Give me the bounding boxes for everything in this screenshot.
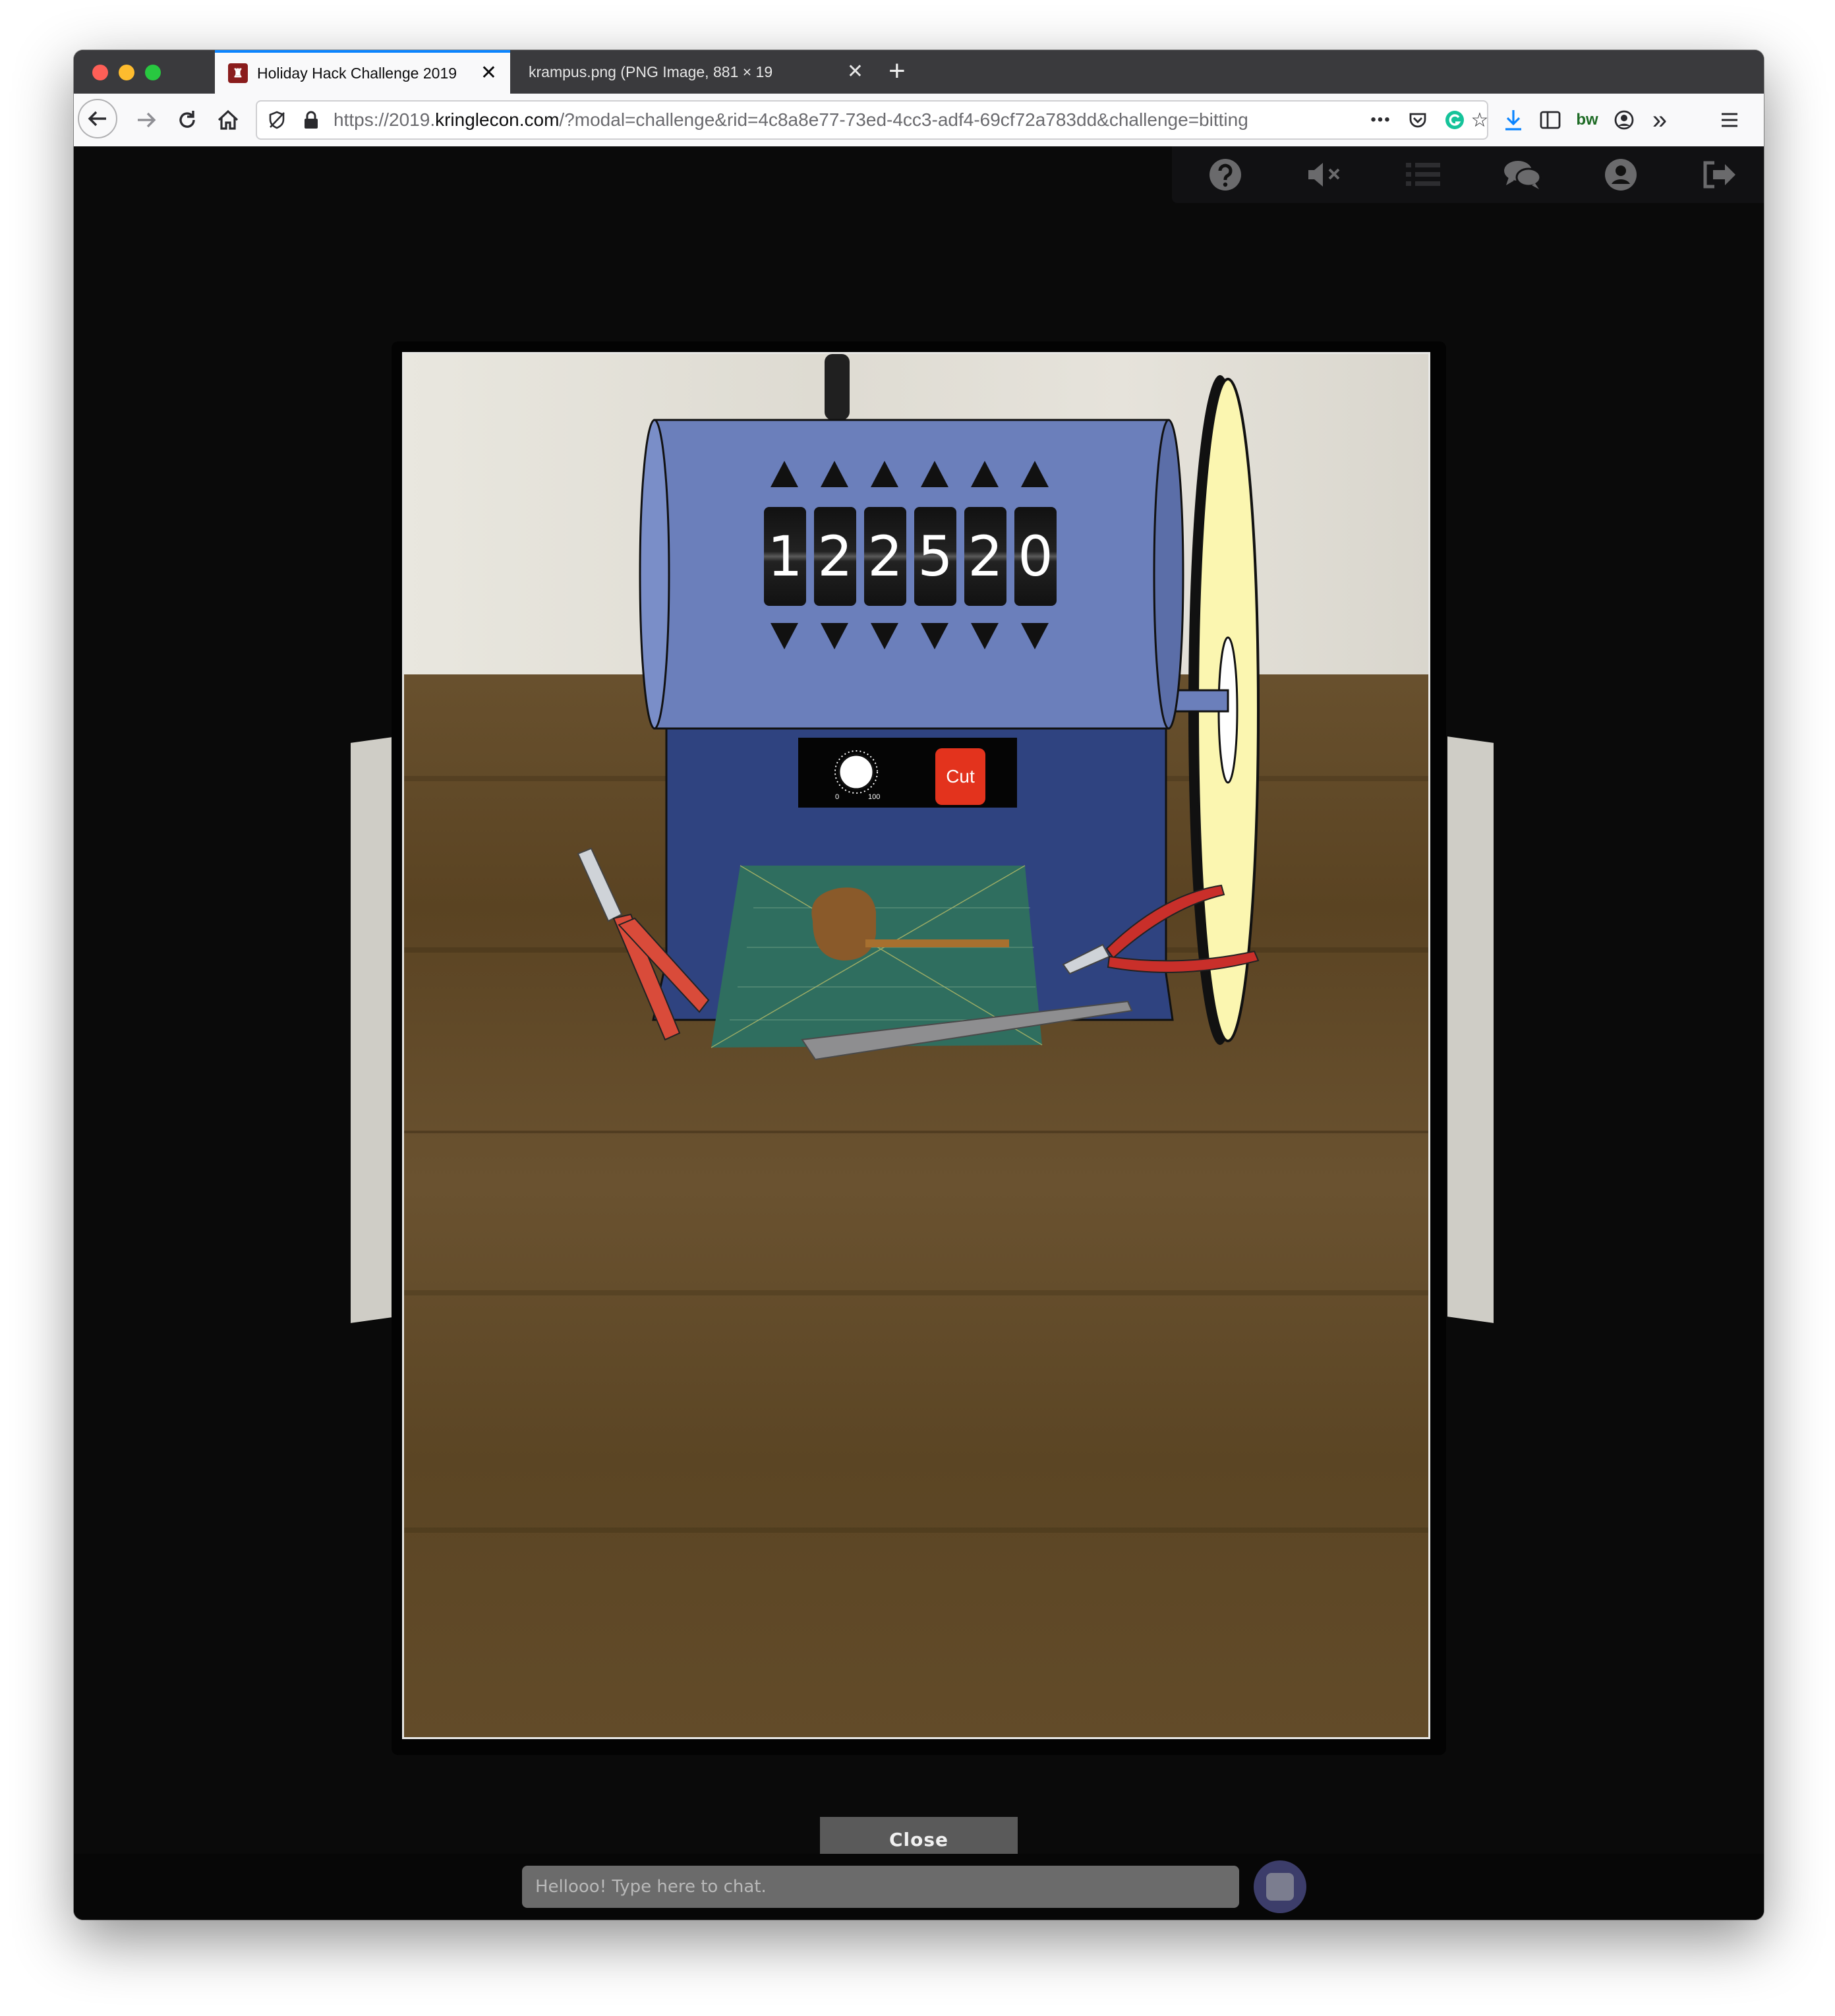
- chat-icon[interactable]: [1499, 152, 1545, 198]
- player-avatar-icon: [1266, 1873, 1294, 1901]
- url-text[interactable]: https://2019.kringlecon.com/?modal=chall…: [334, 102, 1322, 138]
- lock-icon[interactable]: [297, 102, 326, 138]
- linesman-pliers[interactable]: [577, 847, 710, 1041]
- downloads-icon[interactable]: [1496, 100, 1530, 140]
- minimize-window-button[interactable]: [119, 65, 134, 80]
- back-arrow-icon: [88, 111, 106, 127]
- grammarly-icon[interactable]: [1438, 102, 1471, 138]
- logout-icon[interactable]: [1697, 152, 1743, 198]
- home-icon: [218, 109, 239, 130]
- url-prefix: https://2019.: [334, 109, 436, 130]
- wood-grain: [404, 1290, 1428, 1295]
- zoom-window-button[interactable]: [145, 65, 161, 80]
- help-icon[interactable]: [1202, 152, 1248, 198]
- game-toolbar: [1172, 146, 1764, 203]
- url-bar[interactable]: https://2019.kringlecon.com/?modal=chall…: [256, 100, 1488, 140]
- forward-arrow-icon: [138, 112, 156, 128]
- forward-button[interactable]: [128, 102, 165, 138]
- room-wall-right: [1447, 736, 1494, 1323]
- new-tab-button[interactable]: +: [888, 55, 906, 87]
- close-window-button[interactable]: [92, 65, 108, 80]
- room-wall-left: [351, 736, 397, 1323]
- pocket-icon[interactable]: [1401, 102, 1434, 138]
- wood-grain: [404, 1527, 1428, 1533]
- page-actions-icon[interactable]: •••: [1364, 102, 1397, 138]
- browser-window: ♜ Holiday Hack Challenge 2019 ✕ krampus.…: [74, 50, 1764, 1920]
- chat-bar: Hellooo! Type here to chat.: [74, 1854, 1764, 1920]
- tab-close-icon[interactable]: ✕: [847, 62, 863, 82]
- home-button[interactable]: [210, 102, 247, 138]
- hamburger-menu-icon[interactable]: [1712, 100, 1747, 140]
- tab-title: krampus.png (PNG Image, 881 × 19: [529, 63, 773, 80]
- tab-strip: ♜ Holiday Hack Challenge 2019 ✕ krampus.…: [74, 50, 1764, 94]
- bitwarden-extension-icon[interactable]: bw: [1570, 100, 1604, 140]
- profile-icon[interactable]: [1598, 152, 1644, 198]
- account-icon[interactable]: [1607, 100, 1641, 140]
- key-bitting-scene: 1 2 2 5 2 0 0 100 Cut: [402, 352, 1430, 1739]
- back-button[interactable]: [78, 99, 117, 138]
- reload-button[interactable]: [169, 102, 206, 138]
- tab-krampus-png[interactable]: krampus.png (PNG Image, 881 × 19 ✕: [511, 50, 881, 94]
- chat-input[interactable]: Hellooo! Type here to chat.: [522, 1866, 1239, 1908]
- tab-close-icon[interactable]: ✕: [481, 63, 497, 83]
- bookmark-star-icon[interactable]: ☆: [1471, 102, 1489, 138]
- avatar[interactable]: [1254, 1860, 1306, 1913]
- nav-bar: https://2019.kringlecon.com/?modal=chall…: [74, 94, 1764, 147]
- challenge-modal: 1 2 2 5 2 0 0 100 Cut: [392, 341, 1446, 1755]
- tracking-protection-icon[interactable]: [262, 102, 291, 138]
- wire-cutters[interactable]: [1062, 884, 1260, 975]
- reload-icon: [179, 111, 195, 128]
- tab-holiday-hack[interactable]: ♜ Holiday Hack Challenge 2019 ✕: [215, 50, 510, 94]
- overflow-menu-icon[interactable]: »: [1643, 100, 1677, 140]
- list-icon[interactable]: [1400, 152, 1446, 198]
- table-edge: [404, 1131, 1428, 1133]
- mute-icon[interactable]: [1301, 152, 1347, 198]
- sidebar-icon[interactable]: [1533, 100, 1567, 140]
- workbench-tools: [577, 847, 1260, 1061]
- url-path: /?modal=challenge&rid=4c8a8e77-73ed-4cc3…: [559, 109, 1248, 130]
- kringlecon-favicon-icon: ♜: [228, 63, 248, 83]
- url-domain: kringlecon.com: [435, 109, 560, 130]
- game-viewport: 1 2 2 5 2 0 0 100 Cut Close Hellooo! Typ…: [74, 146, 1764, 1920]
- tab-title: Holiday Hack Challenge 2019: [257, 64, 457, 82]
